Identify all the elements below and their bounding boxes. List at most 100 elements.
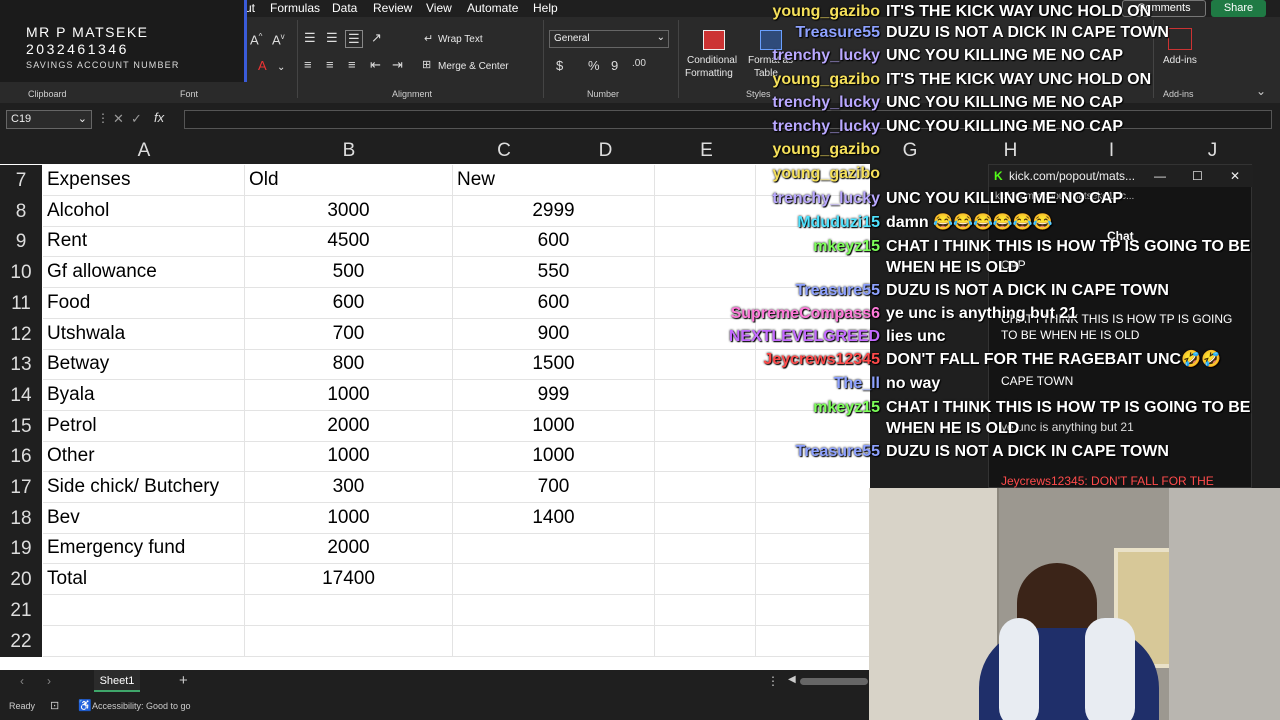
chat-username[interactable]: trenchy_lucky [700, 187, 880, 210]
cell-new[interactable]: 550 [453, 257, 655, 287]
menu-review[interactable]: Review [373, 1, 412, 15]
chat-username[interactable]: mkeyz15 [700, 396, 880, 419]
orientation-icon[interactable]: ↗ [371, 30, 382, 46]
row-header[interactable]: 16 [0, 441, 42, 472]
horizontal-scrollbar[interactable] [800, 678, 868, 685]
menu-view[interactable]: View [426, 1, 452, 15]
row-header[interactable]: 21 [0, 595, 42, 626]
row-header[interactable]: 14 [0, 380, 42, 411]
chat-username[interactable]: young_gazibo [700, 0, 880, 23]
cell-old[interactable]: 1000 [245, 503, 453, 533]
scroll-right-icon[interactable]: › [47, 674, 51, 688]
cell-expense[interactable]: Alcohol [43, 196, 245, 226]
collapse-ribbon-icon[interactable]: ⌄ [1256, 84, 1266, 98]
cell-old[interactable]: Old [245, 165, 453, 195]
row-header[interactable]: 11 [0, 288, 42, 319]
cell-expense[interactable] [43, 595, 245, 625]
column-header-i[interactable]: I [1061, 137, 1162, 164]
increase-font-icon[interactable]: A^ [250, 32, 262, 47]
cell-expense[interactable]: Byala [43, 380, 245, 410]
cell-new[interactable]: 600 [453, 226, 655, 256]
currency-icon[interactable]: $ [556, 58, 563, 73]
cell-empty[interactable] [756, 503, 870, 533]
cell-expense[interactable]: Emergency fund [43, 533, 245, 563]
cell-old[interactable] [245, 595, 453, 625]
chevron-down-icon[interactable]: ⌄ [277, 62, 285, 73]
cell-new[interactable]: 900 [453, 319, 655, 349]
name-box[interactable]: C19 ⌄ [6, 110, 92, 129]
cell-old[interactable]: 300 [245, 472, 453, 502]
cell-old[interactable]: 500 [245, 257, 453, 287]
chat-username[interactable]: NEXTLEVELGREED [700, 325, 880, 348]
cell-old[interactable]: 800 [245, 349, 453, 379]
column-header-c[interactable]: C [453, 137, 555, 164]
column-header-h[interactable]: H [960, 137, 1061, 164]
cell-old[interactable]: 600 [245, 288, 453, 318]
cell-expense[interactable]: Other [43, 441, 245, 471]
row-header[interactable]: 22 [0, 626, 42, 657]
cell-empty[interactable] [756, 595, 870, 625]
cell-empty[interactable] [655, 472, 756, 502]
cell-new[interactable]: 1500 [453, 349, 655, 379]
chat-username[interactable]: The_ll [700, 372, 880, 395]
more-icon[interactable]: ⋮ [97, 111, 109, 125]
hscroll-left-icon[interactable]: ◀ [788, 674, 796, 685]
cell-old[interactable]: 3000 [245, 196, 453, 226]
cell-old[interactable]: 4500 [245, 226, 453, 256]
cell-expense[interactable]: Food [43, 288, 245, 318]
cell-new[interactable]: 1000 [453, 441, 655, 471]
menu-help[interactable]: Help [533, 1, 558, 15]
cell-empty[interactable] [655, 626, 756, 656]
chat-username[interactable]: Mduduzi15 [700, 211, 880, 234]
cell-expense[interactable]: Bev [43, 503, 245, 533]
wrap-text-icon[interactable]: ↵ [424, 32, 433, 45]
chat-username[interactable]: Treasure55 [700, 279, 880, 302]
cell-expense[interactable]: Petrol [43, 411, 245, 441]
menu-automate[interactable]: Automate [467, 1, 518, 15]
align-right-icon[interactable]: ≡ [348, 57, 356, 72]
menu-formulas[interactable]: Formulas [270, 1, 320, 15]
cell-new[interactable]: 2999 [453, 196, 655, 226]
maximize-icon[interactable]: ☐ [1192, 165, 1203, 187]
cancel-icon[interactable]: ✕ [113, 111, 124, 127]
chat-username[interactable]: young_gazibo [700, 138, 880, 161]
cell-old[interactable]: 700 [245, 319, 453, 349]
cell-expense[interactable]: Betway [43, 349, 245, 379]
cell-empty[interactable] [655, 533, 756, 563]
chat-username[interactable]: Treasure55 [700, 440, 880, 463]
accessibility-icon[interactable]: ♿ [78, 699, 92, 712]
cell-expense[interactable]: Expenses [43, 165, 245, 195]
row-header[interactable]: 20 [0, 564, 42, 595]
chat-username[interactable]: trenchy_lucky [700, 44, 880, 67]
cell-expense[interactable]: Utshwala [43, 319, 245, 349]
cell-new[interactable] [453, 595, 655, 625]
cell-new[interactable] [453, 533, 655, 563]
function-icon[interactable]: fx [154, 110, 164, 125]
cell-empty[interactable] [756, 472, 870, 502]
column-header-d[interactable]: D [555, 137, 656, 164]
percent-icon[interactable]: % [588, 58, 600, 73]
align-left-icon[interactable]: ≡ [304, 57, 312, 72]
cell-expense[interactable]: Side chick/ Butchery [43, 472, 245, 502]
row-header[interactable]: 9 [0, 226, 42, 257]
cell-new[interactable]: 600 [453, 288, 655, 318]
chat-username[interactable]: mkeyz15 [700, 235, 880, 258]
increase-decimal-icon[interactable]: .00 [632, 58, 646, 69]
accessibility-status[interactable]: Accessibility: Good to go [92, 701, 191, 711]
minimize-icon[interactable]: — [1154, 165, 1166, 187]
increase-indent-icon[interactable]: ⇥ [392, 57, 403, 73]
align-bottom-icon[interactable]: ☰ [345, 30, 363, 48]
cell-empty[interactable] [756, 564, 870, 594]
close-icon[interactable]: ✕ [1230, 165, 1240, 187]
more-icon[interactable]: ⋮ [767, 674, 779, 688]
decrease-font-icon[interactable]: Av [272, 32, 285, 47]
chat-username[interactable]: Treasure55 [700, 21, 880, 44]
chat-username[interactable]: young_gazibo [700, 162, 880, 185]
cell-new[interactable]: New [453, 165, 655, 195]
cell-old[interactable]: 1000 [245, 441, 453, 471]
font-color-icon[interactable]: A [258, 58, 267, 73]
scroll-left-icon[interactable]: ‹ [20, 674, 24, 688]
chat-username[interactable]: Jeycrews12345 [700, 348, 880, 371]
cell-old[interactable]: 2000 [245, 411, 453, 441]
number-format-dropdown[interactable]: General ⌄ [549, 30, 669, 48]
